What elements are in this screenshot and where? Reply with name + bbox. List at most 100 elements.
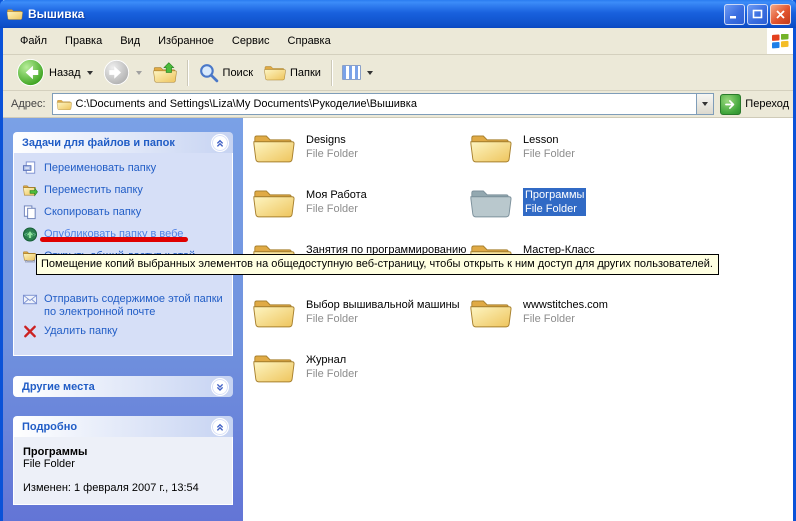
delete-icon (22, 324, 38, 339)
menu-edit[interactable]: Правка (56, 31, 111, 51)
folders-icon (263, 63, 286, 82)
other-places-header[interactable]: Другие места (13, 376, 233, 397)
folder-icon (6, 7, 23, 21)
windows-logo (767, 28, 793, 54)
addressbar: Адрес: C:\Documents and Settings\Liza\My… (3, 91, 793, 118)
folder-item-programmy-selected[interactable]: ПрограммыFile Folder (468, 185, 685, 240)
go-button[interactable] (720, 94, 741, 115)
menubar: Файл Правка Вид Избранное Сервис Справка (3, 28, 793, 55)
details-header[interactable]: Подробно (13, 416, 233, 437)
go-label: Переход (745, 98, 789, 110)
task-copy-folder[interactable]: Скопировать папку (22, 205, 226, 222)
folder-type: File Folder (525, 202, 584, 216)
task-move-folder[interactable]: Переместить папку (22, 183, 226, 200)
task-delete-folder[interactable]: Удалить папку (22, 324, 226, 341)
folder-type: File Folder (523, 312, 608, 326)
explorer-window: Вышивка Файл Правка Вид Избранное Сервис… (0, 0, 796, 521)
copy-folder-icon (22, 205, 38, 220)
back-dropdown-icon[interactable] (87, 71, 93, 75)
panel-other-places: Другие места (13, 376, 233, 397)
rename-icon (22, 161, 38, 176)
minimize-icon (729, 9, 740, 20)
folder-type: File Folder (306, 312, 460, 326)
chevron-up-icon (214, 421, 226, 433)
go-arrow-icon (724, 98, 737, 111)
toolbar: Назад Поиск (3, 55, 793, 91)
address-label: Адрес: (11, 98, 46, 110)
folder-name: Программы (525, 188, 584, 202)
views-dropdown-icon[interactable] (367, 71, 373, 75)
forward-icon (103, 59, 130, 86)
folder-up-icon (152, 61, 177, 85)
folder-item-vybor-mashiny[interactable]: Выбор вышивальной машиныFile Folder (251, 295, 468, 350)
forward-button[interactable] (98, 57, 147, 88)
panel-file-tasks: Задачи для файлов и папок (13, 132, 233, 356)
window-title: Вышивка (28, 7, 722, 21)
menu-help[interactable]: Справка (279, 31, 340, 51)
file-tasks-header[interactable]: Задачи для файлов и папок (13, 132, 233, 153)
back-icon (16, 58, 45, 87)
minimize-button[interactable] (724, 4, 745, 25)
folder-type: File Folder (523, 147, 575, 161)
email-icon (22, 292, 38, 307)
folder-name: Lesson (523, 133, 575, 147)
red-underline-annotation (40, 237, 188, 242)
menu-file[interactable]: Файл (11, 31, 56, 51)
file-list-area: DesignsFile Folder LessonFile Folder Моя… (243, 118, 793, 521)
chevron-down-icon (702, 102, 708, 106)
views-icon (342, 65, 361, 80)
folder-icon (56, 98, 72, 111)
close-icon (775, 9, 786, 20)
folder-icon (251, 350, 295, 385)
task-pane: Задачи для файлов и папок (3, 118, 243, 521)
folder-name: Designs (306, 133, 358, 147)
folder-name: wwwstitches.com (523, 298, 608, 312)
folders-button[interactable]: Папки (258, 61, 326, 84)
close-button[interactable] (770, 4, 791, 25)
chevron-up-icon (214, 137, 226, 149)
back-button[interactable]: Назад (11, 56, 98, 89)
folder-name: Выбор вышивальной машины (306, 298, 460, 312)
task-rename-folder[interactable]: Переименовать папку (22, 161, 226, 178)
maximize-icon (752, 9, 763, 20)
expand-button[interactable] (211, 378, 229, 396)
menu-view[interactable]: Вид (111, 31, 149, 51)
publish-web-icon (22, 227, 38, 242)
titlebar: Вышивка (0, 0, 796, 28)
folder-item-moya-rabota[interactable]: Моя РаботаFile Folder (251, 185, 468, 240)
folder-name: Моя Работа (306, 188, 367, 202)
folder-type: File Folder (306, 147, 358, 161)
address-dropdown-button[interactable] (696, 94, 713, 114)
views-button[interactable] (337, 63, 378, 82)
up-button[interactable] (147, 59, 182, 87)
toolbar-separator (331, 60, 332, 86)
folder-icon (468, 295, 512, 330)
collapse-button[interactable] (211, 418, 229, 436)
folder-item-wwwstitches[interactable]: wwwstitches.comFile Folder (468, 295, 685, 350)
panel-details: Подробно Программы File Folder Изменен: … (13, 416, 233, 505)
details-modified: Изменен: 1 февраля 2007 г., 13:54 (23, 482, 224, 494)
folder-item-lesson[interactable]: LessonFile Folder (468, 130, 685, 185)
folder-icon (468, 185, 512, 220)
folder-icon (251, 295, 295, 330)
chevron-down-icon (214, 381, 226, 393)
folder-type: File Folder (306, 367, 358, 381)
address-path: C:\Documents and Settings\Liza\My Docume… (72, 98, 697, 110)
details-item-name: Программы (23, 446, 224, 458)
folder-item-designs[interactable]: DesignsFile Folder (251, 130, 468, 185)
folder-icon (468, 130, 512, 165)
folder-type: File Folder (306, 202, 367, 216)
collapse-button[interactable] (211, 134, 229, 152)
task-email-folder[interactable]: Отправить содержимое этой папки по элект… (22, 292, 226, 319)
move-folder-icon (22, 183, 38, 198)
menu-favorites[interactable]: Избранное (149, 31, 223, 51)
maximize-button[interactable] (747, 4, 768, 25)
details-item-type: File Folder (23, 458, 224, 470)
folder-name: Журнал (306, 353, 358, 367)
forward-dropdown-icon[interactable] (136, 71, 142, 75)
menu-tools[interactable]: Сервис (223, 31, 279, 51)
folder-icon (251, 185, 295, 220)
address-input[interactable]: C:\Documents and Settings\Liza\My Docume… (52, 93, 715, 115)
search-button[interactable]: Поиск (193, 60, 258, 85)
folder-item-zhurnal[interactable]: ЖурналFile Folder (251, 350, 468, 405)
